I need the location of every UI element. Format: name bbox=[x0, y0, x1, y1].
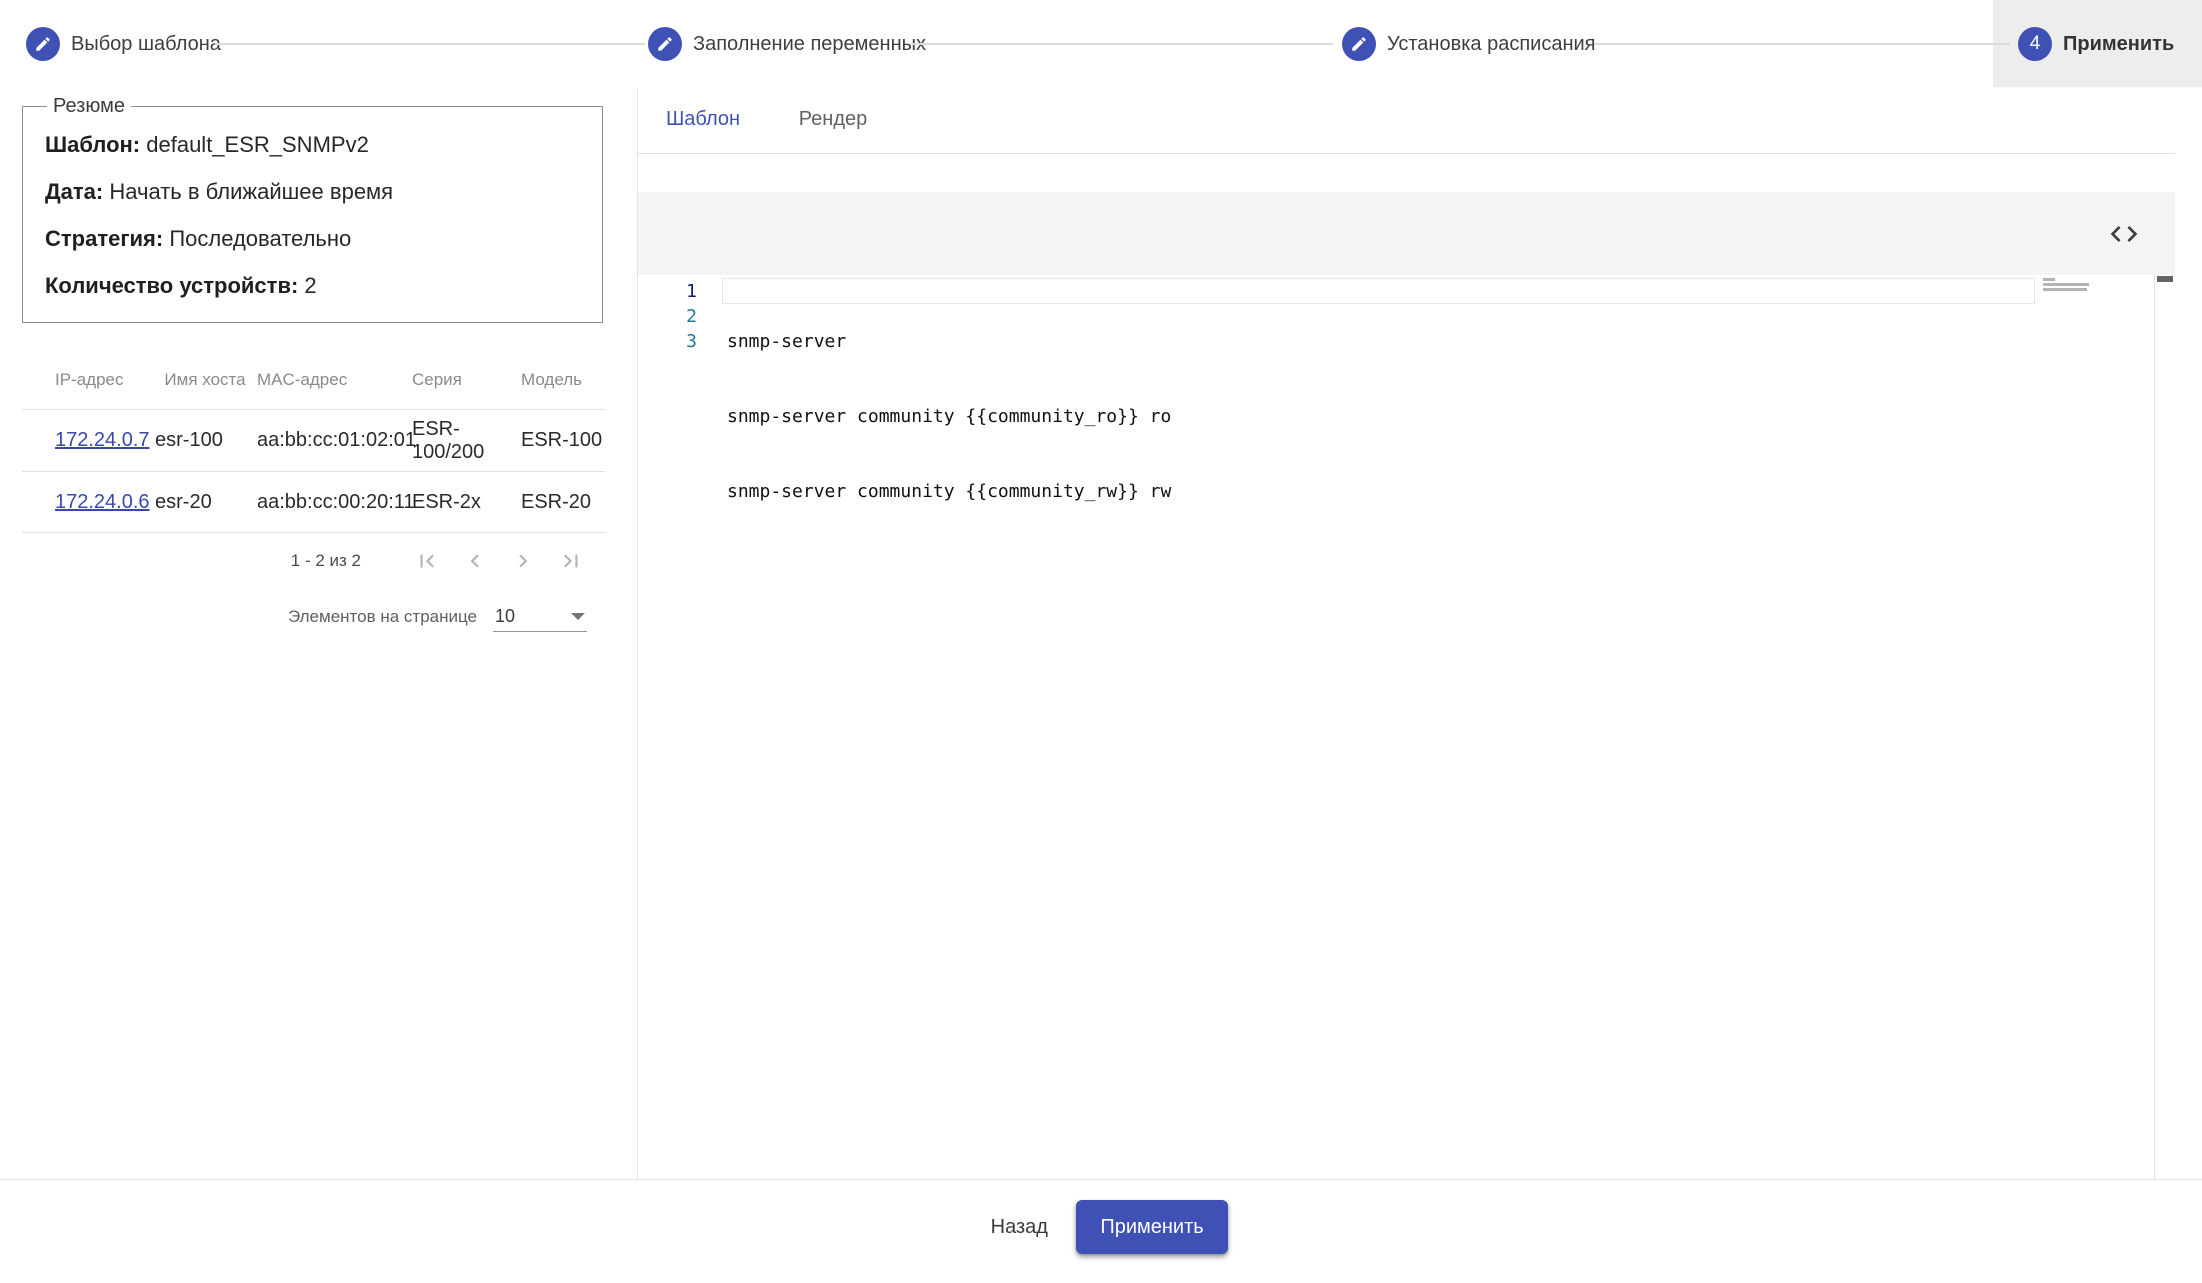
items-per-page-label: Элементов на странице bbox=[288, 607, 477, 627]
apply-button[interactable]: Применить bbox=[1076, 1200, 1227, 1254]
code-lines: snmp-server snmp-server community {{comm… bbox=[727, 279, 1171, 554]
step-label: Выбор шаблона bbox=[71, 33, 221, 56]
col-header-model: Модель bbox=[521, 370, 605, 390]
paginator-size-row: Элементов на странице 10 bbox=[22, 593, 605, 641]
stepper-header: Выбор шаблона Заполнение переменных Уста… bbox=[0, 0, 2202, 88]
table-header-row: IP-адрес Имя хоста MAC-адрес Серия Модел… bbox=[22, 351, 605, 409]
step-connector bbox=[911, 43, 1333, 45]
line-number: 3 bbox=[638, 329, 697, 354]
line-number-gutter: 1 2 3 bbox=[638, 279, 697, 354]
col-header-ip: IP-адрес bbox=[22, 370, 155, 390]
step-connector bbox=[1594, 43, 2010, 45]
table-row: 172.24.0.6 esr-20 aa:bb:cc:00:20:11 ESR-… bbox=[22, 471, 605, 533]
editor-toolbar bbox=[638, 192, 2175, 275]
editor-minimap bbox=[2043, 278, 2153, 293]
col-header-hostname: Имя хоста bbox=[155, 370, 255, 390]
minimap-divider bbox=[2154, 275, 2155, 1179]
code-area[interactable]: 1 2 3 snmp-server snmp-server community … bbox=[638, 275, 2175, 1179]
step-header-apply[interactable]: 4 Применить bbox=[2018, 0, 2174, 88]
next-page-button[interactable] bbox=[499, 537, 547, 585]
device-series: ESR-100/200 bbox=[412, 418, 521, 464]
last-page-button[interactable] bbox=[547, 537, 595, 585]
summary-legend: Резюме bbox=[47, 95, 131, 118]
paginator-nav-row: 1 - 2 из 2 bbox=[22, 533, 605, 589]
device-ip-link[interactable]: 172.24.0.6 bbox=[55, 491, 150, 513]
paginator-range-label: 1 - 2 из 2 bbox=[291, 551, 361, 571]
device-series: ESR-2x bbox=[412, 491, 521, 514]
step-header-template-selection[interactable]: Выбор шаблона bbox=[26, 0, 221, 88]
first-page-button[interactable] bbox=[403, 537, 451, 585]
step-header-schedule[interactable]: Установка расписания bbox=[1342, 0, 1596, 88]
code-line: snmp-server community {{community_rw}} r… bbox=[727, 479, 1171, 504]
step-header-fill-variables[interactable]: Заполнение переменных bbox=[648, 0, 926, 88]
device-ip-link[interactable]: 172.24.0.7 bbox=[55, 429, 150, 451]
pencil-icon bbox=[26, 27, 60, 61]
paginator: 1 - 2 из 2 Элементов на странице 10 bbox=[22, 533, 605, 641]
chevron-down-icon bbox=[571, 613, 585, 620]
code-line: snmp-server bbox=[727, 329, 1171, 354]
code-icon bbox=[2108, 218, 2140, 250]
page-size-value: 10 bbox=[493, 606, 515, 627]
step-number-badge: 4 bbox=[2018, 27, 2052, 61]
col-header-mac: MAC-адрес bbox=[255, 370, 412, 390]
step-connector bbox=[215, 43, 645, 45]
summary-strategy: Стратегия: Последовательно bbox=[45, 226, 582, 252]
apply-template-wizard: Выбор шаблона Заполнение переменных Уста… bbox=[0, 0, 2202, 1283]
editor-tabbar: Шаблон Рендер bbox=[638, 86, 2175, 154]
step-label: Установка расписания bbox=[1387, 33, 1596, 56]
previous-page-icon bbox=[462, 548, 488, 574]
pencil-icon bbox=[1342, 27, 1376, 61]
vertical-scrollbar-thumb[interactable] bbox=[2157, 276, 2173, 282]
pencil-icon bbox=[648, 27, 682, 61]
first-page-icon bbox=[414, 548, 440, 574]
wizard-footer: Назад Применить bbox=[0, 1179, 2202, 1283]
template-code-editor: 1 2 3 snmp-server snmp-server community … bbox=[638, 192, 2175, 1179]
step-label: Применить bbox=[2063, 33, 2174, 56]
device-mac: aa:bb:cc:01:02:01 bbox=[255, 429, 412, 452]
step-label: Заполнение переменных bbox=[693, 33, 926, 56]
table-row: 172.24.0.7 esr-100 aa:bb:cc:01:02:01 ESR… bbox=[22, 409, 605, 471]
device-table: IP-адрес Имя хоста MAC-адрес Серия Модел… bbox=[22, 351, 605, 533]
summary-template: Шаблон: default_ESR_SNMPv2 bbox=[45, 132, 582, 158]
summary-fieldset: Резюме Шаблон: default_ESR_SNMPv2 Дата: … bbox=[22, 95, 603, 323]
device-mac: aa:bb:cc:00:20:11 bbox=[255, 491, 412, 514]
last-page-icon bbox=[558, 548, 584, 574]
summary-device-count: Количество устройств: 2 bbox=[45, 273, 582, 299]
device-model: ESR-20 bbox=[521, 491, 605, 514]
tab-template[interactable]: Шаблон bbox=[638, 86, 768, 153]
next-page-icon bbox=[510, 548, 536, 574]
device-hostname: esr-20 bbox=[155, 491, 255, 514]
line-number: 2 bbox=[638, 304, 697, 329]
tab-render[interactable]: Рендер bbox=[768, 86, 898, 153]
device-hostname: esr-100 bbox=[155, 429, 255, 452]
code-line: snmp-server community {{community_ro}} r… bbox=[727, 404, 1171, 429]
col-header-series: Серия bbox=[412, 370, 521, 390]
code-view-button[interactable] bbox=[2103, 213, 2145, 255]
back-button[interactable]: Назад bbox=[974, 1200, 1064, 1254]
line-number: 1 bbox=[638, 279, 697, 304]
page-size-select[interactable]: 10 bbox=[493, 602, 587, 632]
previous-page-button[interactable] bbox=[451, 537, 499, 585]
device-model: ESR-100 bbox=[521, 429, 605, 452]
summary-date: Дата: Начать в ближайшее время bbox=[45, 179, 582, 205]
